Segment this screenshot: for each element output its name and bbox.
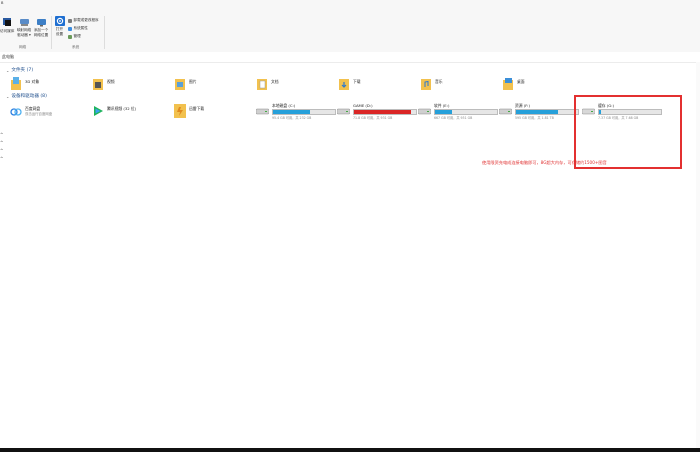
map-network-drive-label: 映射网络 驱动器 ▾ (16, 28, 32, 37)
gear-icon (54, 16, 65, 26)
highlight-box (574, 95, 682, 169)
thunder-download-icon (174, 104, 186, 118)
access-media-label: 访问媒体 (0, 29, 15, 34)
documents-folder-icon (257, 79, 267, 90)
pictures-folder-icon (175, 79, 185, 90)
tencent-video-icon (94, 106, 103, 116)
3d-objects-icon (11, 77, 21, 90)
folder-item-3d-objects[interactable]: 3D 对象 (10, 76, 90, 94)
network-drive-icon (19, 19, 29, 26)
device-item-tencent-video[interactable]: 腾讯视频 (32 位) (92, 103, 172, 121)
folder-item-pictures[interactable]: 图片 (174, 76, 254, 94)
manage-label: 管理 (73, 34, 81, 38)
chevron-down-icon: ⌄ (6, 93, 10, 99)
properties-icon (68, 26, 72, 31)
manage-button[interactable]: 管理 (68, 34, 81, 39)
folders-section-header[interactable]: ⌄ 文件夹 (7) (6, 67, 34, 74)
folder-label: 3D 对象 (25, 79, 40, 84)
folder-item-downloads[interactable]: 下载 (338, 76, 418, 94)
video-folder-icon (93, 79, 103, 90)
ribbon: B 访问媒体 映射网络 驱动器 ▾ 添加一个 网络位置 网络 打开 设置 卸载或… (0, 0, 700, 53)
media-icon (3, 18, 11, 26)
map-network-drive-button[interactable]: 映射网络 驱动器 ▾ (16, 18, 32, 37)
drive-space: 667 GB 可用，共 931 GB (434, 116, 473, 120)
folder-label: 桌面 (517, 79, 525, 84)
scrollbar[interactable] (696, 62, 700, 450)
system-properties-label: 系统属性 (73, 26, 88, 30)
uninstall-program-label: 卸载或更改程序 (73, 18, 99, 22)
folders-section-title: 文件夹 (7) (11, 68, 34, 73)
open-settings-label: 打开 设置 (55, 27, 64, 36)
folder-label: 图片 (189, 79, 197, 84)
devices-section-header[interactable]: ⌄ 设备和驱动器 (8) (6, 93, 47, 100)
hard-drive-icon (499, 108, 512, 115)
nav-mark[interactable]: ^ (0, 148, 3, 153)
hard-drive-icon (337, 108, 350, 115)
drive-usage-fill (435, 110, 453, 114)
chevron-down-icon: ⌄ (6, 67, 10, 73)
folder-label: 视频 (107, 79, 115, 84)
uninstall-icon (68, 18, 72, 23)
folder-item-desktop[interactable]: 桌面 (502, 76, 582, 94)
baidu-netdisk-icon (10, 108, 22, 116)
drive-item[interactable]: 资源 (F:) 595 GB 可用，共 1.81 TB (499, 103, 579, 125)
network-location-icon (36, 19, 46, 27)
device-label: 迅雷下载 (189, 106, 205, 111)
drive-usage-fill (354, 110, 412, 114)
drive-usage-fill (516, 110, 559, 114)
add-network-location-label: 添加一个 网络位置 (33, 28, 49, 37)
system-group-label: 系统 (72, 45, 80, 49)
devices-section-title: 设备和驱动器 (8) (11, 94, 47, 99)
nav-mark[interactable]: ^ (0, 140, 3, 145)
device-item-baidu-netdisk[interactable]: 百度网盘 双击运行百度网盘 (10, 103, 90, 121)
ribbon-top-label: B (1, 1, 4, 5)
ribbon-separator (104, 16, 105, 49)
drive-item[interactable]: 软件 (E:) 667 GB 可用，共 931 GB (418, 103, 498, 125)
downloads-folder-icon (339, 79, 349, 90)
drive-label: GAME (D:) (353, 103, 373, 108)
folder-label: 音乐 (435, 79, 443, 84)
ribbon-separator (51, 16, 52, 49)
nav-mark[interactable]: ^ (0, 156, 3, 161)
navigation-pane: ^ ^ ^ ^ (0, 62, 4, 450)
folder-item-music[interactable]: 音乐 (420, 76, 500, 94)
device-sub: 双击运行百度网盘 (25, 112, 53, 116)
add-network-location-button[interactable]: 添加一个 网络位置 (33, 18, 49, 37)
folder-item-documents[interactable]: 文档 (256, 76, 336, 94)
uninstall-program-button[interactable]: 卸载或更改程序 (68, 18, 99, 23)
drive-space: 595 GB 可用，共 1.81 TB (515, 116, 554, 120)
network-group-label: 网络 (19, 45, 27, 49)
desktop-folder-icon (503, 78, 513, 90)
taskbar-edge (0, 448, 700, 452)
manage-icon (68, 34, 72, 39)
folder-label: 文档 (271, 79, 279, 84)
drive-item[interactable]: 本地磁盘 (C:) 95.4 GB 可用，共 232 GB (256, 103, 336, 125)
drive-space: 71.8 GB 可用，共 931 GB (353, 116, 393, 120)
folder-item-video[interactable]: 视频 (92, 76, 172, 94)
hard-drive-icon (256, 108, 269, 115)
drive-usage-fill (273, 110, 310, 114)
hard-drive-icon (418, 108, 431, 115)
music-folder-icon (421, 79, 431, 90)
device-item-thunder-download[interactable]: 迅雷下载 (174, 103, 254, 121)
nav-mark[interactable]: ^ (0, 132, 3, 137)
system-properties-button[interactable]: 系统属性 (68, 26, 88, 31)
drive-space: 95.4 GB 可用，共 232 GB (272, 116, 312, 120)
open-settings-button[interactable]: 打开 设置 (53, 16, 66, 36)
address-bar[interactable]: 此电脑 (0, 52, 700, 63)
access-media-button[interactable]: 访问媒体 (0, 18, 14, 34)
device-label: 腾讯视频 (32 位) (107, 106, 137, 111)
drive-item[interactable]: GAME (D:) 71.8 GB 可用，共 931 GB (337, 103, 417, 125)
address-text: 此电脑 (2, 54, 14, 59)
annotation-text: 使用限资充电成连接电脑即可，8G超大内存，可存储约1500+图音 (482, 160, 607, 165)
folder-label: 下载 (353, 79, 361, 84)
